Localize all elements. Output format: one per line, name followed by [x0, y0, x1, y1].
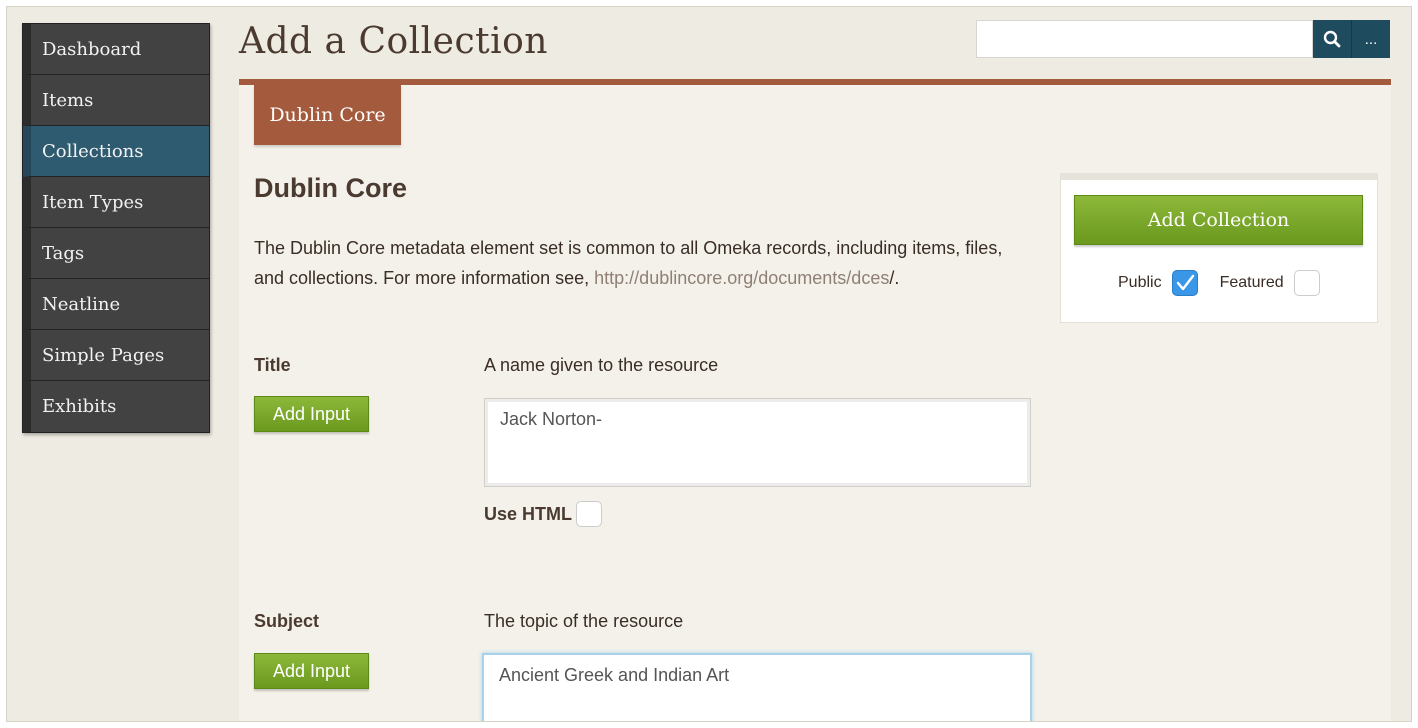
- visibility-options: Public Featured: [1118, 270, 1320, 296]
- use-html-toggle: Use HTML: [484, 501, 603, 527]
- subject-field-description: The topic of the resource: [484, 611, 684, 631]
- search-bar: ...: [976, 20, 1390, 58]
- app-window: Dashboard Items Collections Item Types T…: [6, 6, 1412, 722]
- page-title: Add a Collection: [239, 21, 548, 62]
- title-field-label: Title: [254, 355, 291, 375]
- public-checkbox[interactable]: [1171, 270, 1198, 296]
- advanced-search-button[interactable]: ...: [1352, 20, 1390, 58]
- title-field-description: A name given to the resource: [484, 355, 719, 375]
- featured-checkbox[interactable]: [1293, 270, 1320, 296]
- add-collection-button[interactable]: Add Collection: [1074, 195, 1363, 245]
- subject-add-input-button[interactable]: Add Input: [254, 653, 369, 689]
- sidebar-item-tags[interactable]: Tags: [23, 228, 209, 279]
- featured-label: Featured: [1219, 274, 1284, 291]
- subject-textarea[interactable]: Ancient Greek and Indian Art: [482, 653, 1032, 721]
- title-textarea[interactable]: Jack Norton-: [484, 398, 1031, 487]
- sidebar-item-simple-pages[interactable]: Simple Pages: [23, 330, 209, 381]
- save-panel: Add Collection Public Featured: [1060, 173, 1378, 323]
- sidebar-item-dashboard[interactable]: Dashboard: [23, 24, 209, 75]
- search-button[interactable]: [1313, 20, 1352, 58]
- section-description: The Dublin Core metadata element set is …: [254, 233, 1024, 293]
- search-icon: [1323, 30, 1341, 48]
- sidebar-item-item-types[interactable]: Item Types: [23, 177, 209, 228]
- main-panel: Dublin Core Dublin Core The Dublin Core …: [239, 85, 1391, 721]
- sidebar-item-neatline[interactable]: Neatline: [23, 279, 209, 330]
- title-add-input-button[interactable]: Add Input: [254, 396, 369, 432]
- sidebar-item-collections[interactable]: Collections: [23, 126, 209, 177]
- use-html-label: Use HTML: [484, 503, 573, 524]
- dublin-core-link[interactable]: http://dublincore.org/documents/dces: [594, 268, 889, 288]
- tab-dublin-core[interactable]: Dublin Core: [254, 85, 401, 145]
- sidebar-nav: Dashboard Items Collections Item Types T…: [22, 23, 210, 433]
- checkmark-icon: [1176, 274, 1194, 291]
- search-input[interactable]: [976, 20, 1313, 58]
- section-description-suffix: /.: [889, 268, 900, 288]
- sidebar-item-exhibits[interactable]: Exhibits: [23, 381, 209, 432]
- public-label: Public: [1118, 274, 1162, 291]
- sidebar-item-items[interactable]: Items: [23, 75, 209, 126]
- subject-field-label: Subject: [254, 611, 320, 631]
- section-title: Dublin Core: [254, 173, 407, 203]
- use-html-checkbox[interactable]: [576, 501, 603, 527]
